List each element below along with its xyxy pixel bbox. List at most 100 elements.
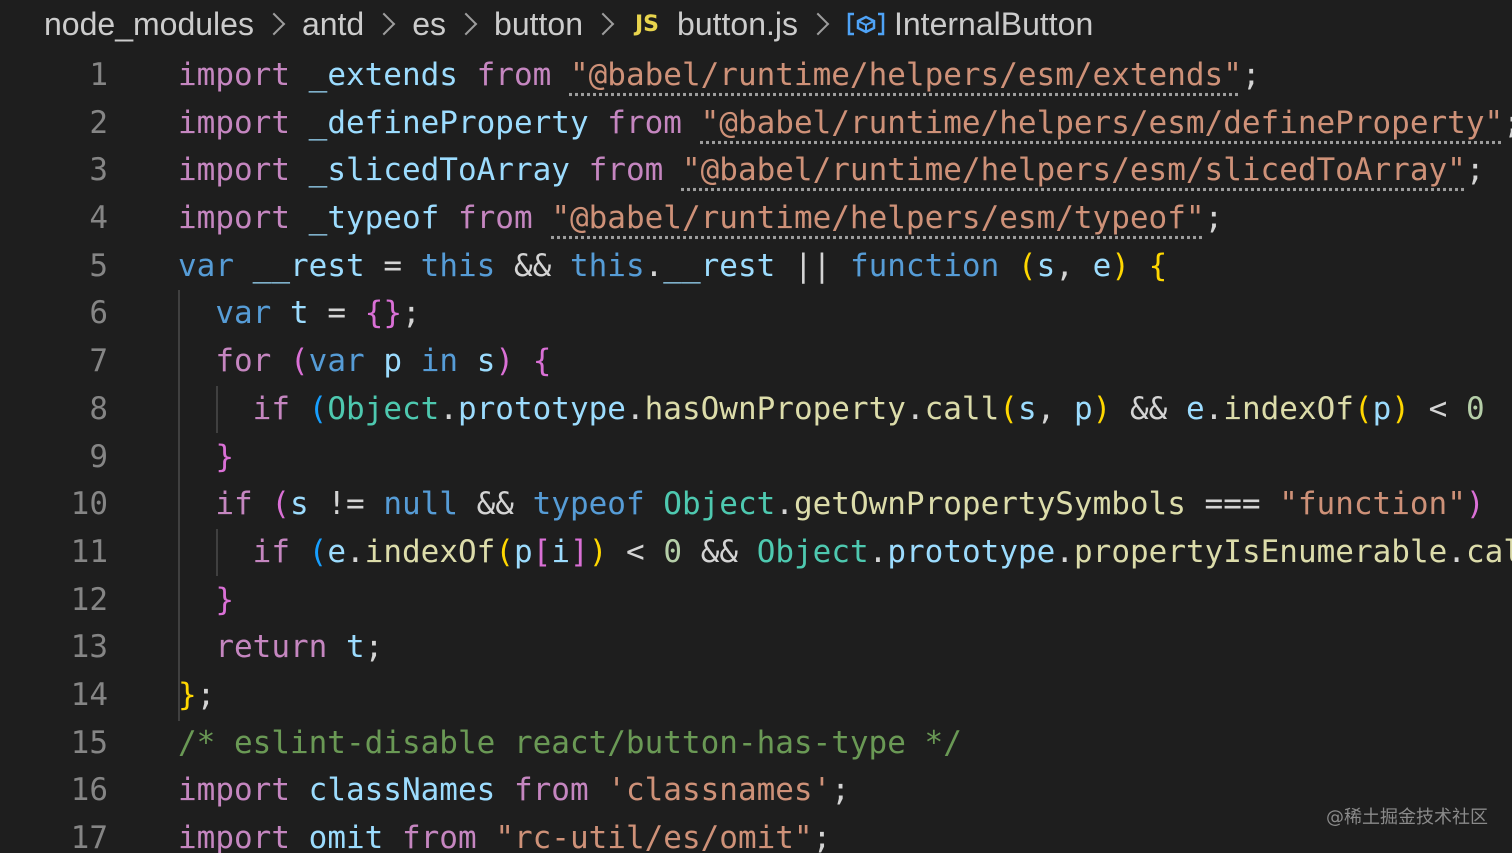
code-token: ) [495,343,515,380]
code-token: ; [402,295,421,332]
code-token: hasOwnProperty [644,390,906,427]
code-token: from [401,820,477,853]
code-token: e [1092,247,1112,284]
line-number: 8 [89,390,108,427]
code-token: getOwnPropertySymbols [793,486,1186,523]
chevron-right-icon [372,12,396,36]
code-area[interactable]: 1 import _extends from "@babel/runtime/he… [0,52,1512,853]
code-line[interactable]: 1 import _extends from "@babel/runtime/he… [0,52,1512,100]
code-token: . [1204,390,1224,427]
code-token: omit [308,820,384,853]
code-token: . [1055,533,1074,570]
code-token: . [439,390,458,427]
code-token: i [551,533,571,570]
code-text: if (e.indexOf(p[i]) < 0 && Object.protot… [178,529,1512,577]
code-token: s [476,343,496,380]
code-token: indexOf [1223,390,1354,427]
code-token: from [457,200,533,237]
code-token: from [476,57,552,93]
code-line[interactable]: 12 } [0,577,1512,625]
code-line[interactable]: 8 if (Object.prototype.hasOwnProperty.ca… [0,386,1512,434]
breadcrumb-item-internal-button[interactable]: InternalButton [846,6,1093,43]
code-token: this [420,247,496,284]
code-token: import [178,820,290,853]
code-line[interactable]: 5 var __rest = this && this.__rest || fun… [0,243,1512,291]
code-token: call [1465,533,1512,570]
code-token: _slicedToArray [308,152,570,189]
code-token: ; [1204,200,1224,237]
code-token: return [215,629,328,666]
code-line[interactable]: 6 var t = {}; [0,290,1512,338]
code-token: Object [663,486,776,523]
code-token: Object [327,390,440,427]
code-token: propertyIsEnumerable [1074,533,1448,570]
code-token: ( [271,486,290,523]
code-token: {} [364,295,402,332]
code-token: ( [999,390,1018,427]
code-token: s [1036,247,1056,284]
code-token: . [346,533,365,570]
code-token: = [364,247,421,284]
breadcrumb-item-node-modules[interactable]: node_modules [44,6,254,43]
code-line[interactable]: 15 /* eslint-disable react/button-has-typ… [0,720,1512,768]
line-number: 4 [89,200,108,237]
breadcrumb: node_modules antd es button JS button.js… [0,0,1512,48]
code-token: . [775,486,794,523]
code-line[interactable]: 2 import _defineProperty from "@babel/run… [0,100,1512,148]
line-number: 10 [70,486,108,523]
code-line[interactable]: 14}; [0,672,1512,720]
chevron-right-icon [454,12,478,36]
code-token: ) [1391,390,1410,427]
breadcrumb-item-label: button.js [677,5,798,42]
code-token: . [625,390,645,427]
code-text: import _extends from "@babel/runtime/hel… [178,52,1261,100]
code-token: var [178,247,234,284]
code-line[interactable]: 10 if (s != null && typeof Object.getOwn… [0,481,1512,529]
breadcrumb-item-label: es [412,5,447,42]
breadcrumb-item-label: button [494,5,583,42]
code-token: classNames [308,772,496,809]
line-number: 9 [89,438,108,475]
code-token: ( [290,343,309,380]
code-line[interactable]: 7 for (var p in s) { [0,338,1512,386]
code-token: < [1409,390,1466,427]
code-token: function [849,247,1000,284]
code-token: s [290,486,309,523]
line-number: 6 [89,295,108,332]
code-line[interactable]: 3 import _slicedToArray from "@babel/runt… [0,147,1512,195]
breadcrumb-item-label: antd [301,5,365,42]
code-token: p [514,533,533,570]
code-token: === [1185,486,1280,523]
code-line[interactable]: 11 if (e.indexOf(p[i]) < 0 && Object.pro… [0,529,1512,577]
code-line[interactable]: 17 import omit from "rc-util/es/omit"; [0,815,1512,853]
breadcrumb-item-button-js[interactable]: JS button.js [631,6,798,43]
code-token: ( [495,533,514,570]
breadcrumb-item-antd[interactable]: antd [302,6,364,43]
watermark: @稀土掘金技术社区 [1326,807,1488,828]
breadcrumb-item-label: node_modules [44,5,254,42]
breadcrumb-item-es[interactable]: es [412,6,446,43]
code-token: p [1372,390,1392,427]
code-editor: node_modules antd es button JS button.js… [0,0,1512,853]
code-token: t [290,295,309,332]
code-token: ] [570,533,589,570]
code-token: ( [308,390,328,427]
breadcrumb-item-button[interactable]: button [494,6,583,43]
code-line[interactable]: 9 } [0,434,1512,482]
code-line[interactable]: 4 import _typeof from "@babel/runtime/hel… [0,195,1512,243]
code-line[interactable]: 16 import classNames from 'classnames'; [0,767,1512,815]
code-token: "rc-util/es/omit" [495,820,813,853]
code-token: from [513,772,589,809]
code-token: ; [1465,152,1485,189]
code-text: import _typeof from "@babel/runtime/help… [178,195,1223,243]
code-text: }; [178,672,215,720]
code-line[interactable]: 13 return t; [0,624,1512,672]
